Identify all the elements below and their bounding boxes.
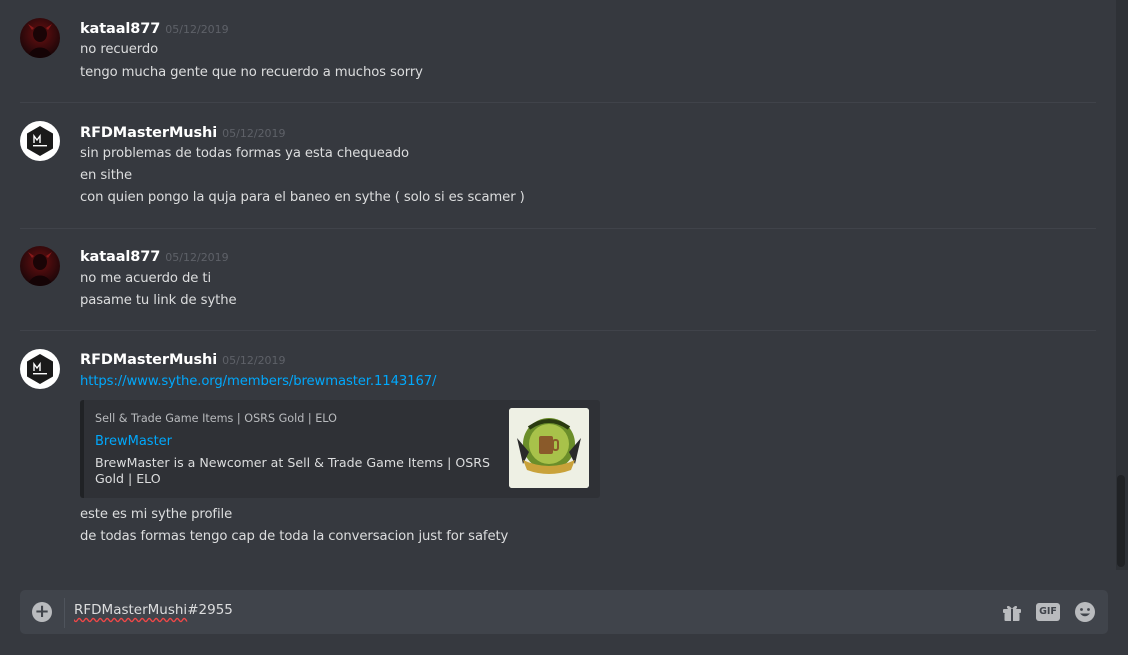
embed-title[interactable]: BrewMaster [95, 434, 172, 449]
timestamp: 05/12/2019 [165, 23, 229, 36]
emoji-smile-icon[interactable] [1073, 600, 1097, 624]
username[interactable]: kataal877 [80, 21, 160, 37]
composer-divider [64, 598, 65, 628]
username[interactable]: RFDMasterMushi [80, 352, 217, 368]
message-text: este es mi sythe profile [80, 507, 233, 522]
input-text-rest: #2955 [187, 602, 233, 618]
embed-provider[interactable]: Sell & Trade Game Items | OSRS Gold | EL… [95, 412, 337, 425]
timestamp: 05/12/2019 [222, 354, 286, 367]
username[interactable]: RFDMasterMushi [80, 125, 217, 141]
avatar[interactable] [20, 349, 60, 389]
message-list[interactable]: kataal877 05/12/2019 no recuerdo tengo mu… [0, 0, 1114, 570]
username[interactable]: kataal877 [80, 249, 160, 265]
message-text: no me acuerdo de ti [80, 271, 212, 286]
message-text: con quien pongo la quja para el baneo en… [80, 190, 525, 205]
timestamp: 05/12/2019 [222, 127, 286, 140]
plus-circle-icon[interactable]: + [32, 602, 52, 622]
message-text: tengo mucha gente que no recuerdo a much… [80, 65, 423, 80]
scrollbar-thumb[interactable] [1117, 475, 1125, 567]
gif-button[interactable]: GIF [1036, 603, 1060, 621]
embed-description: BrewMaster is a Newcomer at Sell & Trade… [95, 455, 491, 486]
misspelled-word: RFDMasterMushi [74, 602, 188, 618]
embed-thumbnail[interactable] [509, 408, 589, 488]
message-text: pasame tu link de sythe [80, 293, 237, 308]
link-embed: Sell & Trade Game Items | OSRS Gold | EL… [80, 400, 600, 498]
chat-window: kataal877 05/12/2019 no recuerdo tengo mu… [0, 0, 1128, 655]
avatar[interactable] [20, 246, 60, 286]
message-text: sin problemas de todas formas ya esta ch… [80, 146, 410, 161]
message-header: kataal877 05/12/2019 [80, 18, 229, 38]
message-divider [20, 228, 1096, 229]
message-text: en sithe [80, 168, 133, 183]
message-text: de todas formas tengo cap de toda la con… [80, 529, 509, 544]
avatar[interactable] [20, 121, 60, 161]
message-header: RFDMasterMushi 05/12/2019 [80, 349, 286, 369]
message-link[interactable]: https://www.sythe.org/members/brewmaster… [80, 373, 436, 391]
message-header: RFDMasterMushi 05/12/2019 [80, 122, 286, 142]
message-divider [20, 102, 1096, 103]
avatar[interactable] [20, 18, 60, 58]
message-divider [20, 330, 1096, 331]
brewmaster-logo-image [509, 408, 589, 488]
message-text: no recuerdo [80, 42, 159, 57]
gift-icon[interactable] [1000, 600, 1024, 624]
message-composer: + RFDMasterMushi#2955 GIF [20, 590, 1108, 634]
message-input[interactable]: RFDMasterMushi#2955 [74, 602, 233, 618]
timestamp: 05/12/2019 [165, 251, 229, 264]
message-header: kataal877 05/12/2019 [80, 246, 229, 266]
